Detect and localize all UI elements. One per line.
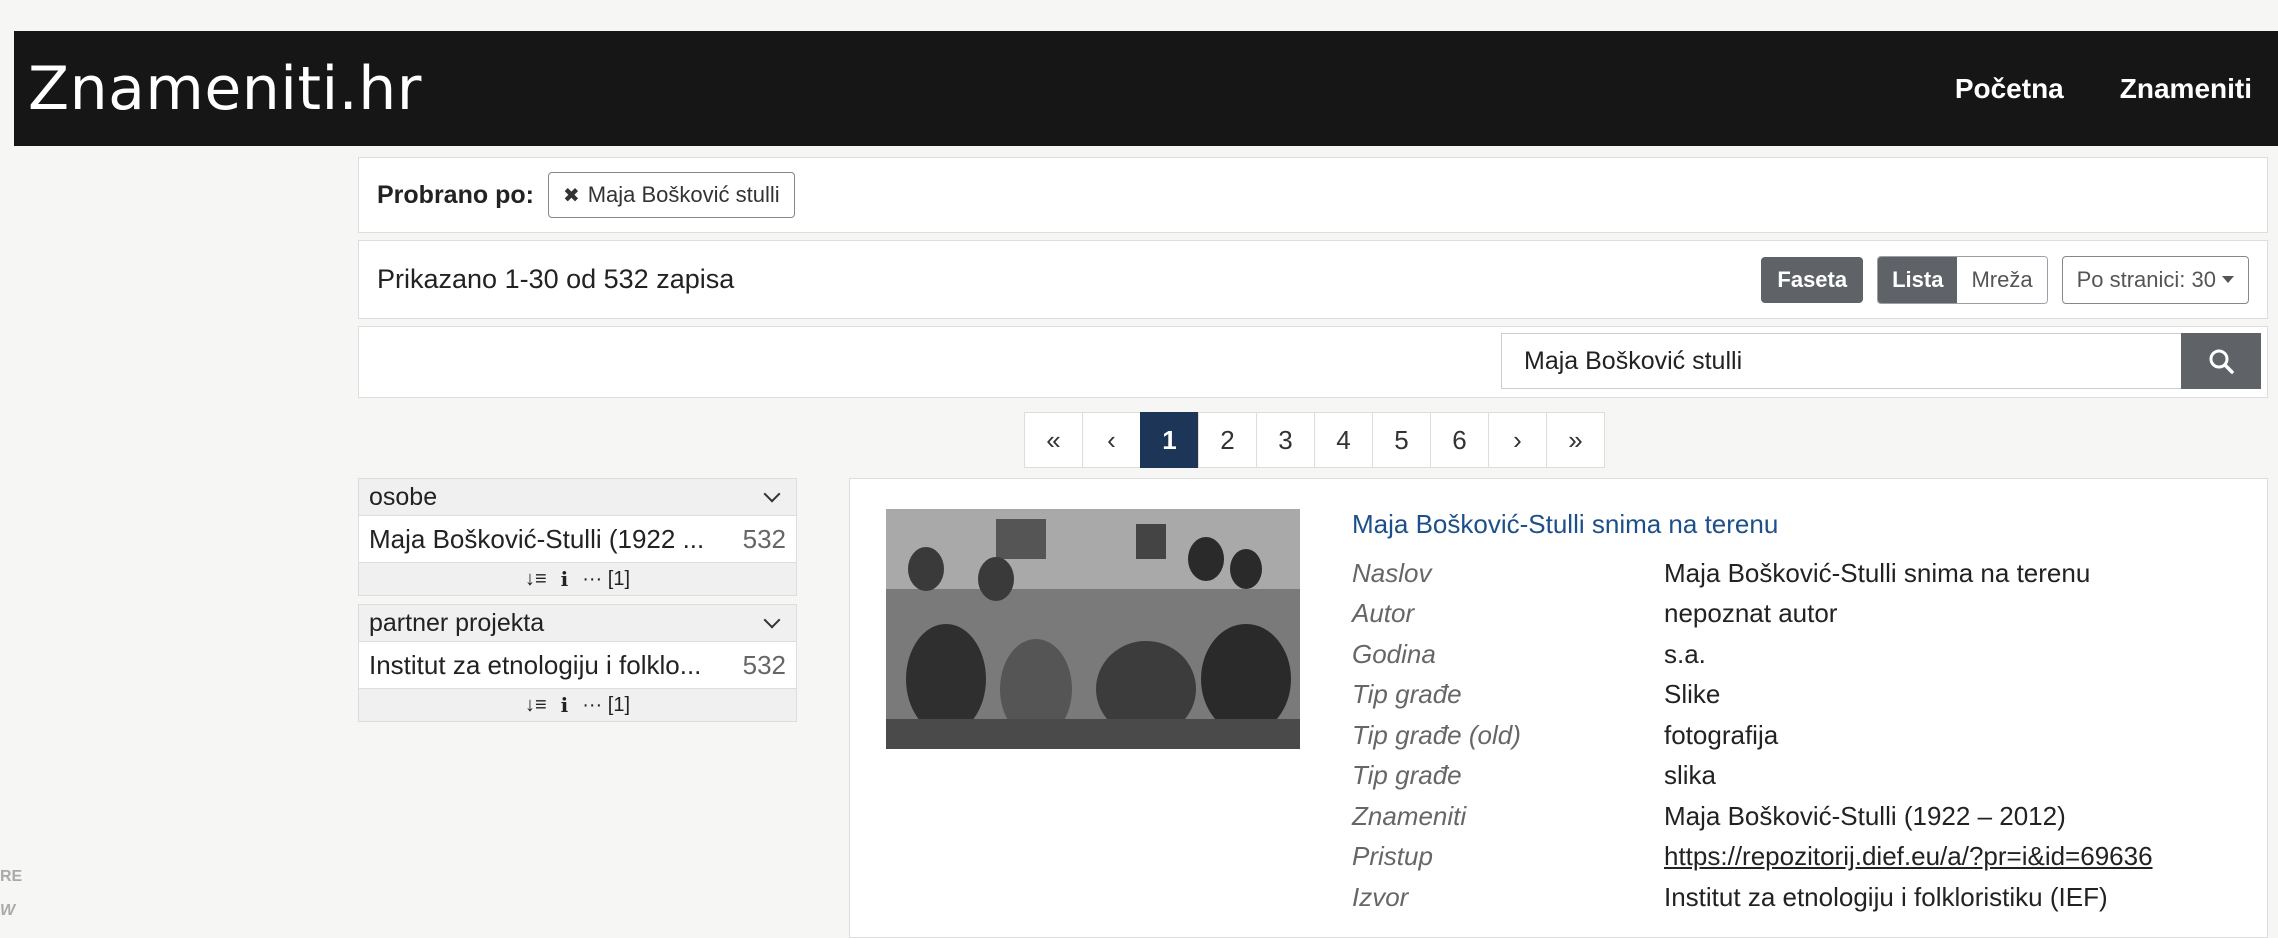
meta-row: Tip građe (old) fotografija (1352, 715, 2153, 756)
facet-item-count: 532 (742, 523, 786, 554)
facet-item-count: 532 (742, 649, 786, 680)
meta-row: Pristup https://repozitorij.dief.eu/a/?pr… (1352, 837, 2153, 878)
facet-header-partner[interactable]: partner projekta (358, 604, 797, 642)
facet-title: osobe (369, 482, 438, 511)
result-metadata: Naslov Maja Bošković-Stulli snima na tere… (1352, 553, 2153, 918)
meta-key: Autor (1352, 598, 1415, 629)
meta-row: Tip građe Slike (1352, 675, 2153, 716)
meta-key: Znameniti (1352, 800, 1467, 831)
remove-icon: ✖ (562, 184, 580, 207)
meta-key: Tip građe (1352, 760, 1462, 791)
page-2[interactable]: 2 (1198, 412, 1257, 468)
search-input[interactable] (1501, 333, 2181, 389)
sort-icon[interactable]: ↓≡ (525, 694, 547, 717)
more-count: [1] (607, 693, 631, 716)
per-page-label: Po stranici: 30 (2076, 266, 2216, 292)
chevron-down-icon (763, 611, 781, 629)
edge-text: W (0, 902, 16, 919)
meta-value: nepoznat autor (1664, 598, 1838, 629)
mreza-button[interactable]: Mreža (1957, 256, 2047, 303)
meta-key: Tip građe (old) (1352, 719, 1521, 750)
search-panel (358, 326, 2268, 398)
meta-value: s.a. (1664, 638, 1706, 669)
page-next[interactable]: › (1488, 412, 1547, 468)
access-link[interactable]: https://repozitorij.dief.eu/a/?pr=i&id=6… (1664, 841, 2153, 872)
facet-tools: ↓≡ i ··· [1] (358, 689, 797, 722)
main-content: Probrano po: ✖ Maja Bošković stulli Prik… (358, 157, 2268, 398)
meta-row: Autor nepoznat autor (1352, 594, 2153, 635)
meta-key: Godina (1352, 638, 1436, 669)
meta-key: Pristup (1352, 841, 1433, 872)
search-icon (2209, 349, 2234, 374)
meta-key: Naslov (1352, 557, 1432, 588)
facet-title: partner projekta (369, 608, 545, 637)
result-title-link[interactable]: Maja Bošković-Stulli snima na terenu (1352, 509, 1778, 540)
meta-value: Slike (1664, 679, 1721, 710)
search-bar (1501, 333, 2261, 389)
meta-row: Godina s.a. (1352, 634, 2153, 675)
chip-label: Maja Bošković stulli (587, 182, 780, 207)
more-icon[interactable]: ··· [1] (582, 568, 630, 591)
pagination: « ‹ 1 2 3 4 5 6 › » (1024, 412, 1605, 468)
meta-value: Institut za etnologiju i folkloristiku (… (1664, 881, 2108, 912)
page-4[interactable]: 4 (1314, 412, 1373, 468)
page-3[interactable]: 3 (1256, 412, 1315, 468)
facet-item[interactable]: Institut za etnologiju i folklo... 532 (358, 642, 797, 689)
nav-link-znameniti[interactable]: Znameniti (2120, 73, 2252, 105)
view-toggle: Lista Mreža (1877, 255, 2048, 304)
results-count: Prikazano 1-30 od 532 zapisa (377, 264, 735, 294)
facet-item-label: Maja Bošković-Stulli (1922 ... (369, 523, 705, 554)
filter-panel: Probrano po: ✖ Maja Bošković stulli (358, 157, 2268, 233)
meta-value: slika (1664, 760, 1717, 791)
filter-label: Probrano po: (377, 180, 534, 209)
info-icon[interactable]: i (561, 693, 569, 717)
lista-button[interactable]: Lista (1878, 256, 1958, 303)
sort-icon[interactable]: ↓≡ (525, 568, 547, 591)
result-card: Maja Bošković-Stulli snima na terenu Nas… (849, 478, 2268, 938)
top-navbar: Znameniti.hr Početna Znameniti (14, 31, 2278, 146)
chevron-down-icon (763, 485, 781, 503)
nav-links: Početna Znameniti (1955, 73, 2252, 105)
meta-value: fotografija (1664, 719, 1779, 750)
result-thumbnail-photo[interactable] (886, 509, 1300, 749)
nav-link-pocetna[interactable]: Početna (1955, 73, 2064, 105)
facet-sidebar: osobe Maja Bošković-Stulli (1922 ... 532… (358, 478, 797, 730)
page-prev[interactable]: ‹ (1082, 412, 1141, 468)
meta-row: Naslov Maja Bošković-Stulli snima na tere… (1352, 553, 2153, 594)
facet-item-label: Institut za etnologiju i folklo... (369, 649, 702, 680)
per-page-select[interactable]: Po stranici: 30 (2061, 255, 2249, 304)
facet-tools: ↓≡ i ··· [1] (358, 563, 797, 596)
more-icon[interactable]: ··· [1] (582, 694, 630, 717)
page-last[interactable]: » (1546, 412, 1605, 468)
page-1[interactable]: 1 (1140, 412, 1199, 468)
meta-value: Maja Bošković-Stulli (1922 – 2012) (1664, 800, 2066, 831)
meta-key: Izvor (1352, 881, 1409, 912)
site-logo[interactable]: Znameniti.hr (28, 54, 422, 124)
meta-row: Izvor Institut za etnologiju i folklorist… (1352, 877, 2153, 918)
meta-row: Znameniti Maja Bošković-Stulli (1922 – 20… (1352, 796, 2153, 837)
page-first[interactable]: « (1024, 412, 1083, 468)
faceta-button[interactable]: Faseta (1761, 256, 1864, 303)
caret-down-icon (2222, 276, 2234, 283)
more-count: [1] (607, 567, 631, 590)
meta-row: Tip građe slika (1352, 756, 2153, 797)
page-5[interactable]: 5 (1372, 412, 1431, 468)
facet-header-osobe[interactable]: osobe (358, 478, 797, 516)
page-6[interactable]: 6 (1430, 412, 1489, 468)
results-toolbar: Prikazano 1-30 od 532 zapisa Faseta List… (358, 240, 2268, 319)
facet-item[interactable]: Maja Bošković-Stulli (1922 ... 532 (358, 516, 797, 563)
active-filter-chip[interactable]: ✖ Maja Bošković stulli (547, 172, 795, 218)
search-button[interactable] (2181, 333, 2261, 389)
info-icon[interactable]: i (561, 567, 569, 591)
meta-key: Tip građe (1352, 679, 1462, 710)
edge-text: RE (0, 868, 23, 885)
view-controls: Faseta Lista Mreža Po stranici: 30 (1761, 255, 2249, 304)
meta-value: Maja Bošković-Stulli snima na terenu (1664, 557, 2091, 588)
